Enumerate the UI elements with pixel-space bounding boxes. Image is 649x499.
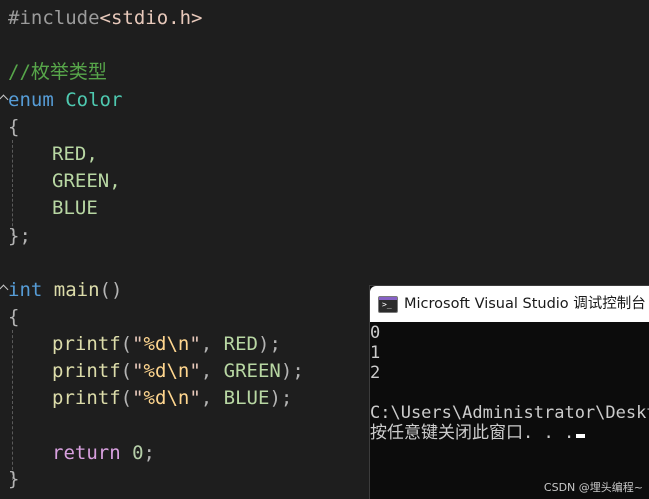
- indent-guide: [12, 140, 13, 236]
- string-quote: ": [132, 360, 144, 382]
- code-close-brace: };: [8, 225, 31, 247]
- printf-call: printf: [52, 387, 121, 409]
- printf-call: printf: [52, 333, 121, 355]
- string-quote: ": [189, 360, 201, 382]
- indent-guide: [12, 330, 13, 480]
- console-output-line: 1: [370, 343, 381, 363]
- console-prompt-line: 按任意键关闭此窗口. . .: [370, 423, 586, 443]
- enumerator-green: GREEN,: [52, 170, 121, 192]
- code-line-printf: printf("%d\n", GREEN);: [52, 360, 304, 382]
- enum-keyword: enum: [8, 89, 54, 111]
- format-spec: %d: [143, 387, 167, 409]
- debug-console-window[interactable]: >_ Microsoft Visual Studio 调试控制台 0 1 2 C…: [369, 285, 649, 499]
- code-comment: //枚举类型: [8, 61, 107, 83]
- cursor-icon: [576, 434, 586, 438]
- enumerator-blue: BLUE: [52, 197, 98, 219]
- console-titlebar[interactable]: >_ Microsoft Visual Studio 调试控制台: [370, 286, 649, 322]
- return-value: 0: [132, 442, 144, 464]
- console-output[interactable]: 0 1 2 C:\Users\Administrator\Deskt 按任意键关…: [370, 323, 649, 499]
- string-quote: ": [189, 387, 201, 409]
- string-quote: ": [132, 333, 144, 355]
- code-line-return: return 0;: [52, 440, 155, 466]
- format-spec: %d: [143, 360, 167, 382]
- paren: (: [120, 333, 133, 355]
- main-close-brace: }: [8, 468, 20, 490]
- enum-name: Color: [65, 89, 123, 111]
- console-output-line: 2: [370, 363, 381, 383]
- printf-call: printf: [52, 360, 121, 382]
- main-params: (): [99, 279, 123, 301]
- include-header: <stdio.h>: [99, 7, 203, 29]
- main-open-brace: {: [8, 306, 20, 328]
- code-line-enum-decl: enum Color: [8, 87, 122, 113]
- return-keyword: return: [52, 442, 121, 464]
- paren-close: );: [269, 387, 293, 409]
- paren: (: [120, 387, 133, 409]
- semicolon: ;: [143, 442, 155, 464]
- escape-seq: \n: [166, 387, 190, 409]
- enumerator-red: RED,: [52, 143, 98, 165]
- console-prompt-text: 按任意键关闭此窗口. . .: [370, 423, 575, 443]
- int-keyword: int: [8, 279, 43, 301]
- paren-close: );: [258, 333, 281, 355]
- paren: (: [120, 360, 133, 382]
- paren-close: );: [280, 360, 304, 382]
- console-title: Microsoft Visual Studio 调试控制台: [404, 296, 646, 312]
- escape-seq: \n: [166, 360, 190, 382]
- escape-seq: \n: [166, 333, 190, 355]
- code-open-brace: {: [8, 116, 20, 138]
- string-quote: ": [189, 333, 201, 355]
- code-line-main-decl: int main(): [8, 277, 122, 303]
- printf-arg: RED: [223, 333, 258, 355]
- code-line-printf: printf("%d\n", BLUE);: [52, 387, 293, 409]
- string-quote: ": [132, 387, 144, 409]
- printf-arg: GREEN: [223, 360, 281, 382]
- watermark: CSDN @埋头编程~: [543, 481, 643, 494]
- preprocessor-directive: #include: [8, 7, 100, 29]
- printf-arg: BLUE: [223, 387, 270, 409]
- console-output-line: 0: [370, 323, 381, 343]
- code-line-printf: printf("%d\n", RED);: [52, 333, 281, 355]
- main-function-name: main: [53, 279, 100, 301]
- code-line-include: #include<stdio.h>: [8, 5, 202, 31]
- console-app-icon: >_: [378, 296, 398, 313]
- format-spec: %d: [143, 333, 167, 355]
- console-path-line: C:\Users\Administrator\Deskt: [370, 403, 649, 423]
